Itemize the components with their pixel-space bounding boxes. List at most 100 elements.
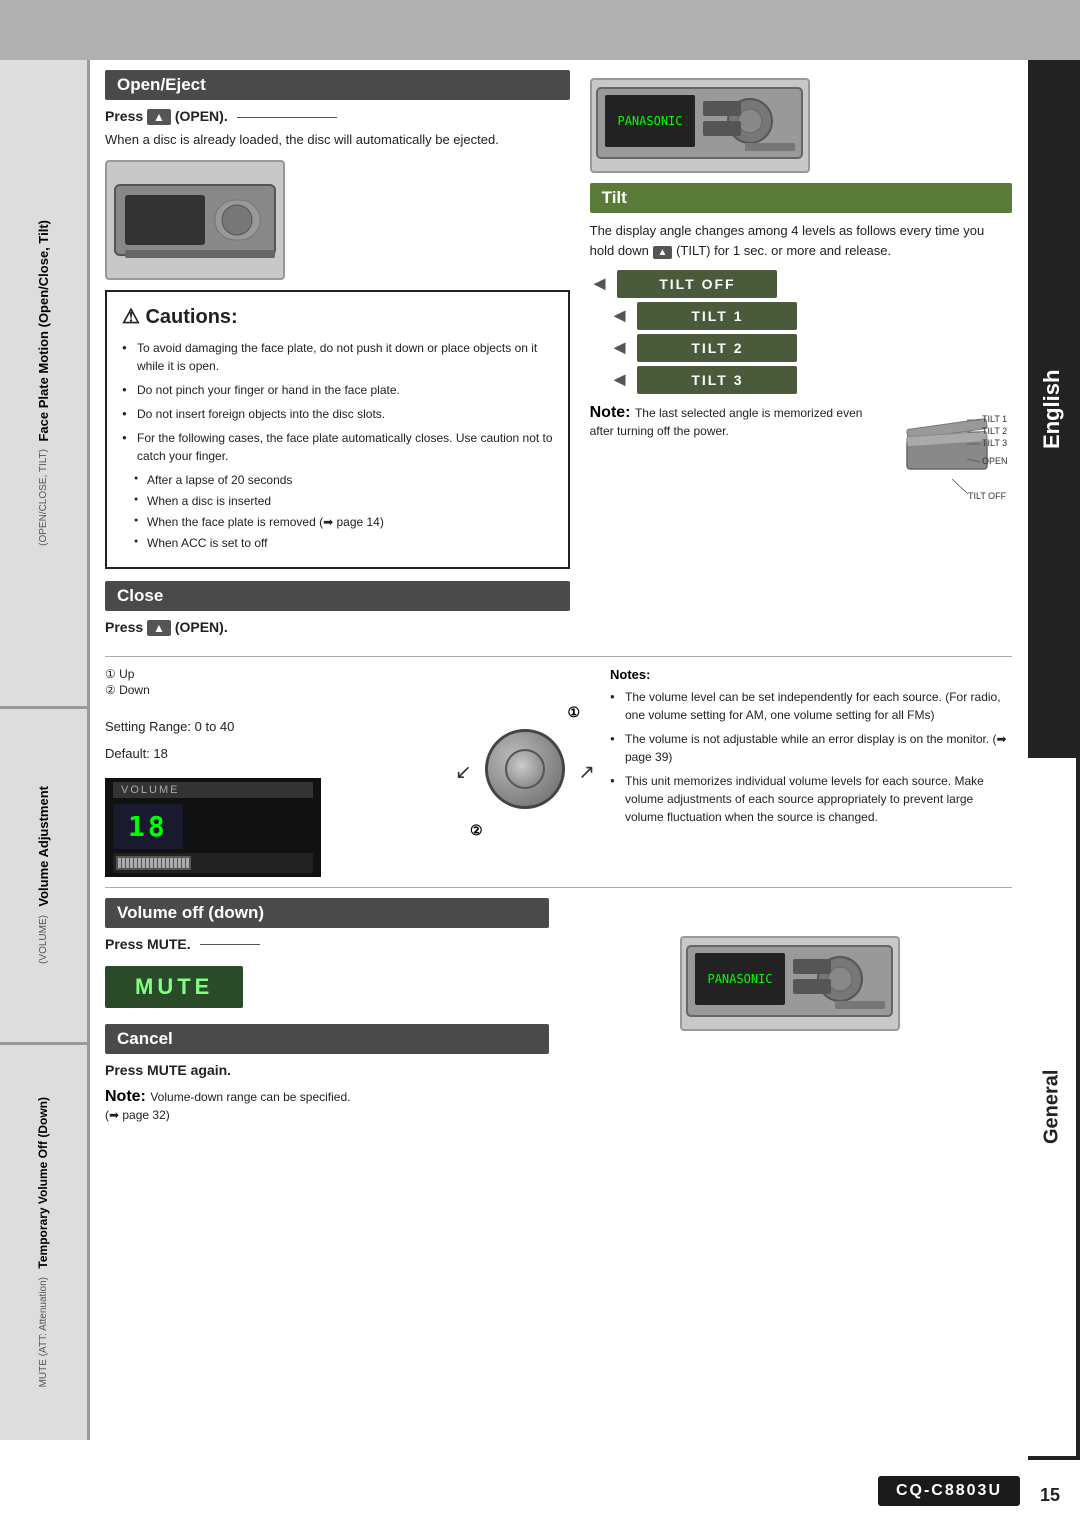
down-label: ② Down	[105, 683, 440, 697]
sub-item-1: After a lapse of 20 seconds	[122, 471, 553, 489]
tilt-note-text: Note: The last selected angle is memoriz…	[590, 404, 880, 440]
close-press: Press ▲ (OPEN).	[105, 619, 570, 635]
divider2	[105, 887, 1012, 888]
mute-display: MUTE	[105, 966, 243, 1008]
left-col: Open/Eject Press ▲ (OPEN). When a disc i…	[105, 70, 570, 641]
volume-off-header: Volume off (down)	[105, 898, 549, 928]
note-item-2: The volume is not adjustable while an er…	[610, 730, 1012, 766]
tilt-bar-3: TILT 3	[637, 366, 797, 394]
tilt-bar-2: TILT 2	[637, 334, 797, 362]
tilt-diagram: ◄ TILT OFF ◄ TILT 1 ◄ TILT 2 ◄ TILT 3	[590, 270, 1012, 394]
knob-container: ① ② ↙ ↗	[480, 724, 570, 819]
face-plate-section-label: Face Plate Motion (Open/Close, Tilt) (OP…	[0, 60, 90, 709]
setting-range: Setting Range: 0 to 40	[105, 717, 440, 737]
tilt-note-bold: Note:	[590, 404, 631, 421]
volume-section-label: Volume Adjustment (VOLUME)	[0, 709, 90, 1045]
note-bottom: Note: Volume-down range can be specified…	[105, 1088, 549, 1124]
page-number: 15	[1040, 1485, 1060, 1506]
mute-main-label: Temporary Volume Off (Down)	[36, 1097, 50, 1269]
cancel-header: Cancel	[105, 1024, 549, 1054]
tilt-arrow-3: ◄	[610, 369, 630, 392]
mute-suffix: .	[187, 936, 191, 952]
cancel-suffix: again.	[187, 1062, 231, 1078]
svg-text:TILT 2: TILT 2	[982, 426, 1007, 436]
top-section: Open/Eject Press ▲ (OPEN). When a disc i…	[105, 70, 1012, 641]
mute-device-image: PANASONIC	[680, 936, 900, 1031]
svg-text:OPEN: OPEN	[982, 456, 1007, 466]
connector-line2	[200, 944, 260, 945]
tilt-arrow-0: ◄	[590, 273, 610, 296]
volume-off-section: Volume off (down) Press MUTE. MUTE Cance…	[105, 898, 1012, 1124]
face-plate-main-label: Face Plate Motion (Open/Close, Tilt)	[36, 220, 52, 442]
svg-text:TILT 3: TILT 3	[982, 438, 1007, 448]
mute-section-label: Temporary Volume Off (Down) MUTE (ATT: A…	[0, 1045, 90, 1440]
sub-item-2: When a disc is inserted	[122, 492, 553, 510]
svg-text:PANASONIC: PANASONIC	[617, 114, 682, 128]
volume-section: ① Up ② Down Setting Range: 0 to 40 Defau…	[105, 667, 1012, 877]
num2-label: ②	[470, 822, 483, 839]
svg-text:PANASONIC: PANASONIC	[708, 972, 773, 986]
volume-left: ① Up ② Down Setting Range: 0 to 40 Defau…	[105, 667, 440, 877]
close-symbol: ▲	[147, 620, 171, 636]
volume-off-left: Volume off (down) Press MUTE. MUTE Cance…	[105, 898, 549, 1124]
connector-line	[237, 117, 337, 118]
volume-knob-col: ① ② ↙ ↗	[460, 667, 590, 877]
volume-bar	[113, 853, 313, 873]
caution-item-2: Do not pinch your finger or hand in the …	[122, 381, 553, 399]
tilt-bar-1: TILT 1	[637, 302, 797, 330]
note-bottom-text: Volume-down range can be specified.	[150, 1090, 350, 1104]
mute-display-container: MUTE	[105, 960, 549, 1014]
note-item-3: This unit memorizes individual volume le…	[610, 772, 1012, 826]
open-eject-press: Press ▲ (OPEN).	[105, 108, 570, 124]
open-eject-header: Open/Eject	[105, 70, 570, 100]
tilt-note-section: Note: The last selected angle is memoriz…	[590, 404, 1012, 519]
right-col: PANASONIC Tilt The display angle changes…	[590, 70, 1012, 641]
top-bar	[0, 0, 1080, 60]
up-label: ① Up	[105, 667, 440, 681]
svg-text:TILT 1: TILT 1	[982, 414, 1007, 424]
caution-item-1: To avoid damaging the face plate, do not…	[122, 339, 553, 375]
tilt-row-2: ◄ TILT 2	[590, 334, 1012, 362]
up-arrow: ↗	[578, 759, 595, 784]
main-content: Open/Eject Press ▲ (OPEN). When a disc i…	[95, 70, 1022, 1124]
tilt-row-1: ◄ TILT 1	[590, 302, 1012, 330]
volume-notes: Notes: The volume level can be set indep…	[610, 667, 1012, 877]
device-svg	[110, 165, 280, 275]
open-eject-body: When a disc is already loaded, the disc …	[105, 130, 570, 150]
tilt-header: Tilt	[590, 183, 1012, 213]
english-label: English	[1028, 60, 1080, 758]
model-number: CQ-C8803U	[878, 1476, 1020, 1506]
tilt-row-3: ◄ TILT 3	[590, 366, 1012, 394]
default-val: Default: 18	[105, 744, 440, 764]
open-symbol: ▲	[147, 109, 171, 125]
mute-svg: PANASONIC	[685, 941, 895, 1026]
face-plate-sub-label: (OPEN/CLOSE, TILT)	[38, 449, 49, 546]
tilt-symbol: ▲	[653, 246, 673, 259]
general-label: General	[1028, 758, 1080, 1460]
note-page-ref: (➡ page 32)	[105, 1108, 170, 1122]
cautions-title: ⚠ Cautions:	[122, 304, 553, 329]
svg-text:TILT OFF: TILT OFF	[968, 491, 1007, 501]
divider	[105, 656, 1012, 657]
volume-off-press: Press MUTE.	[105, 936, 549, 952]
volume-sub-label: (VOLUME)	[38, 915, 49, 964]
close-header: Close	[105, 581, 570, 611]
num1-label: ①	[567, 704, 580, 721]
down-arrow: ↙	[455, 759, 472, 784]
tilt-angle-svg: TILT 1 TILT 2 TILT 3 OPEN TILT OFF	[892, 404, 1007, 514]
sub-item-4: When ACC is set to off	[122, 534, 553, 552]
mute-sub-label: MUTE (ATT: Attenuation)	[38, 1277, 49, 1387]
sub-item-3: When the face plate is removed (➡ page 1…	[122, 513, 553, 531]
volume-bar-fill	[116, 856, 191, 870]
tilt-arrow-1: ◄	[610, 305, 630, 328]
open-eject-device-image	[105, 160, 285, 280]
tilt-arrow-2: ◄	[610, 337, 630, 360]
volume-knob	[485, 729, 565, 809]
tilt-bar-0: TILT OFF	[617, 270, 777, 298]
note-bottom-bold: Note:	[105, 1088, 146, 1105]
cancel-press: Press MUTE again.	[105, 1062, 549, 1078]
volume-display-box: VOLUME 18	[105, 778, 321, 877]
right-sidebar: English General	[1028, 60, 1080, 1460]
cautions-box: ⚠ Cautions: To avoid damaging the face p…	[105, 290, 570, 569]
left-sidebar: Face Plate Motion (Open/Close, Tilt) (OP…	[0, 60, 90, 1440]
